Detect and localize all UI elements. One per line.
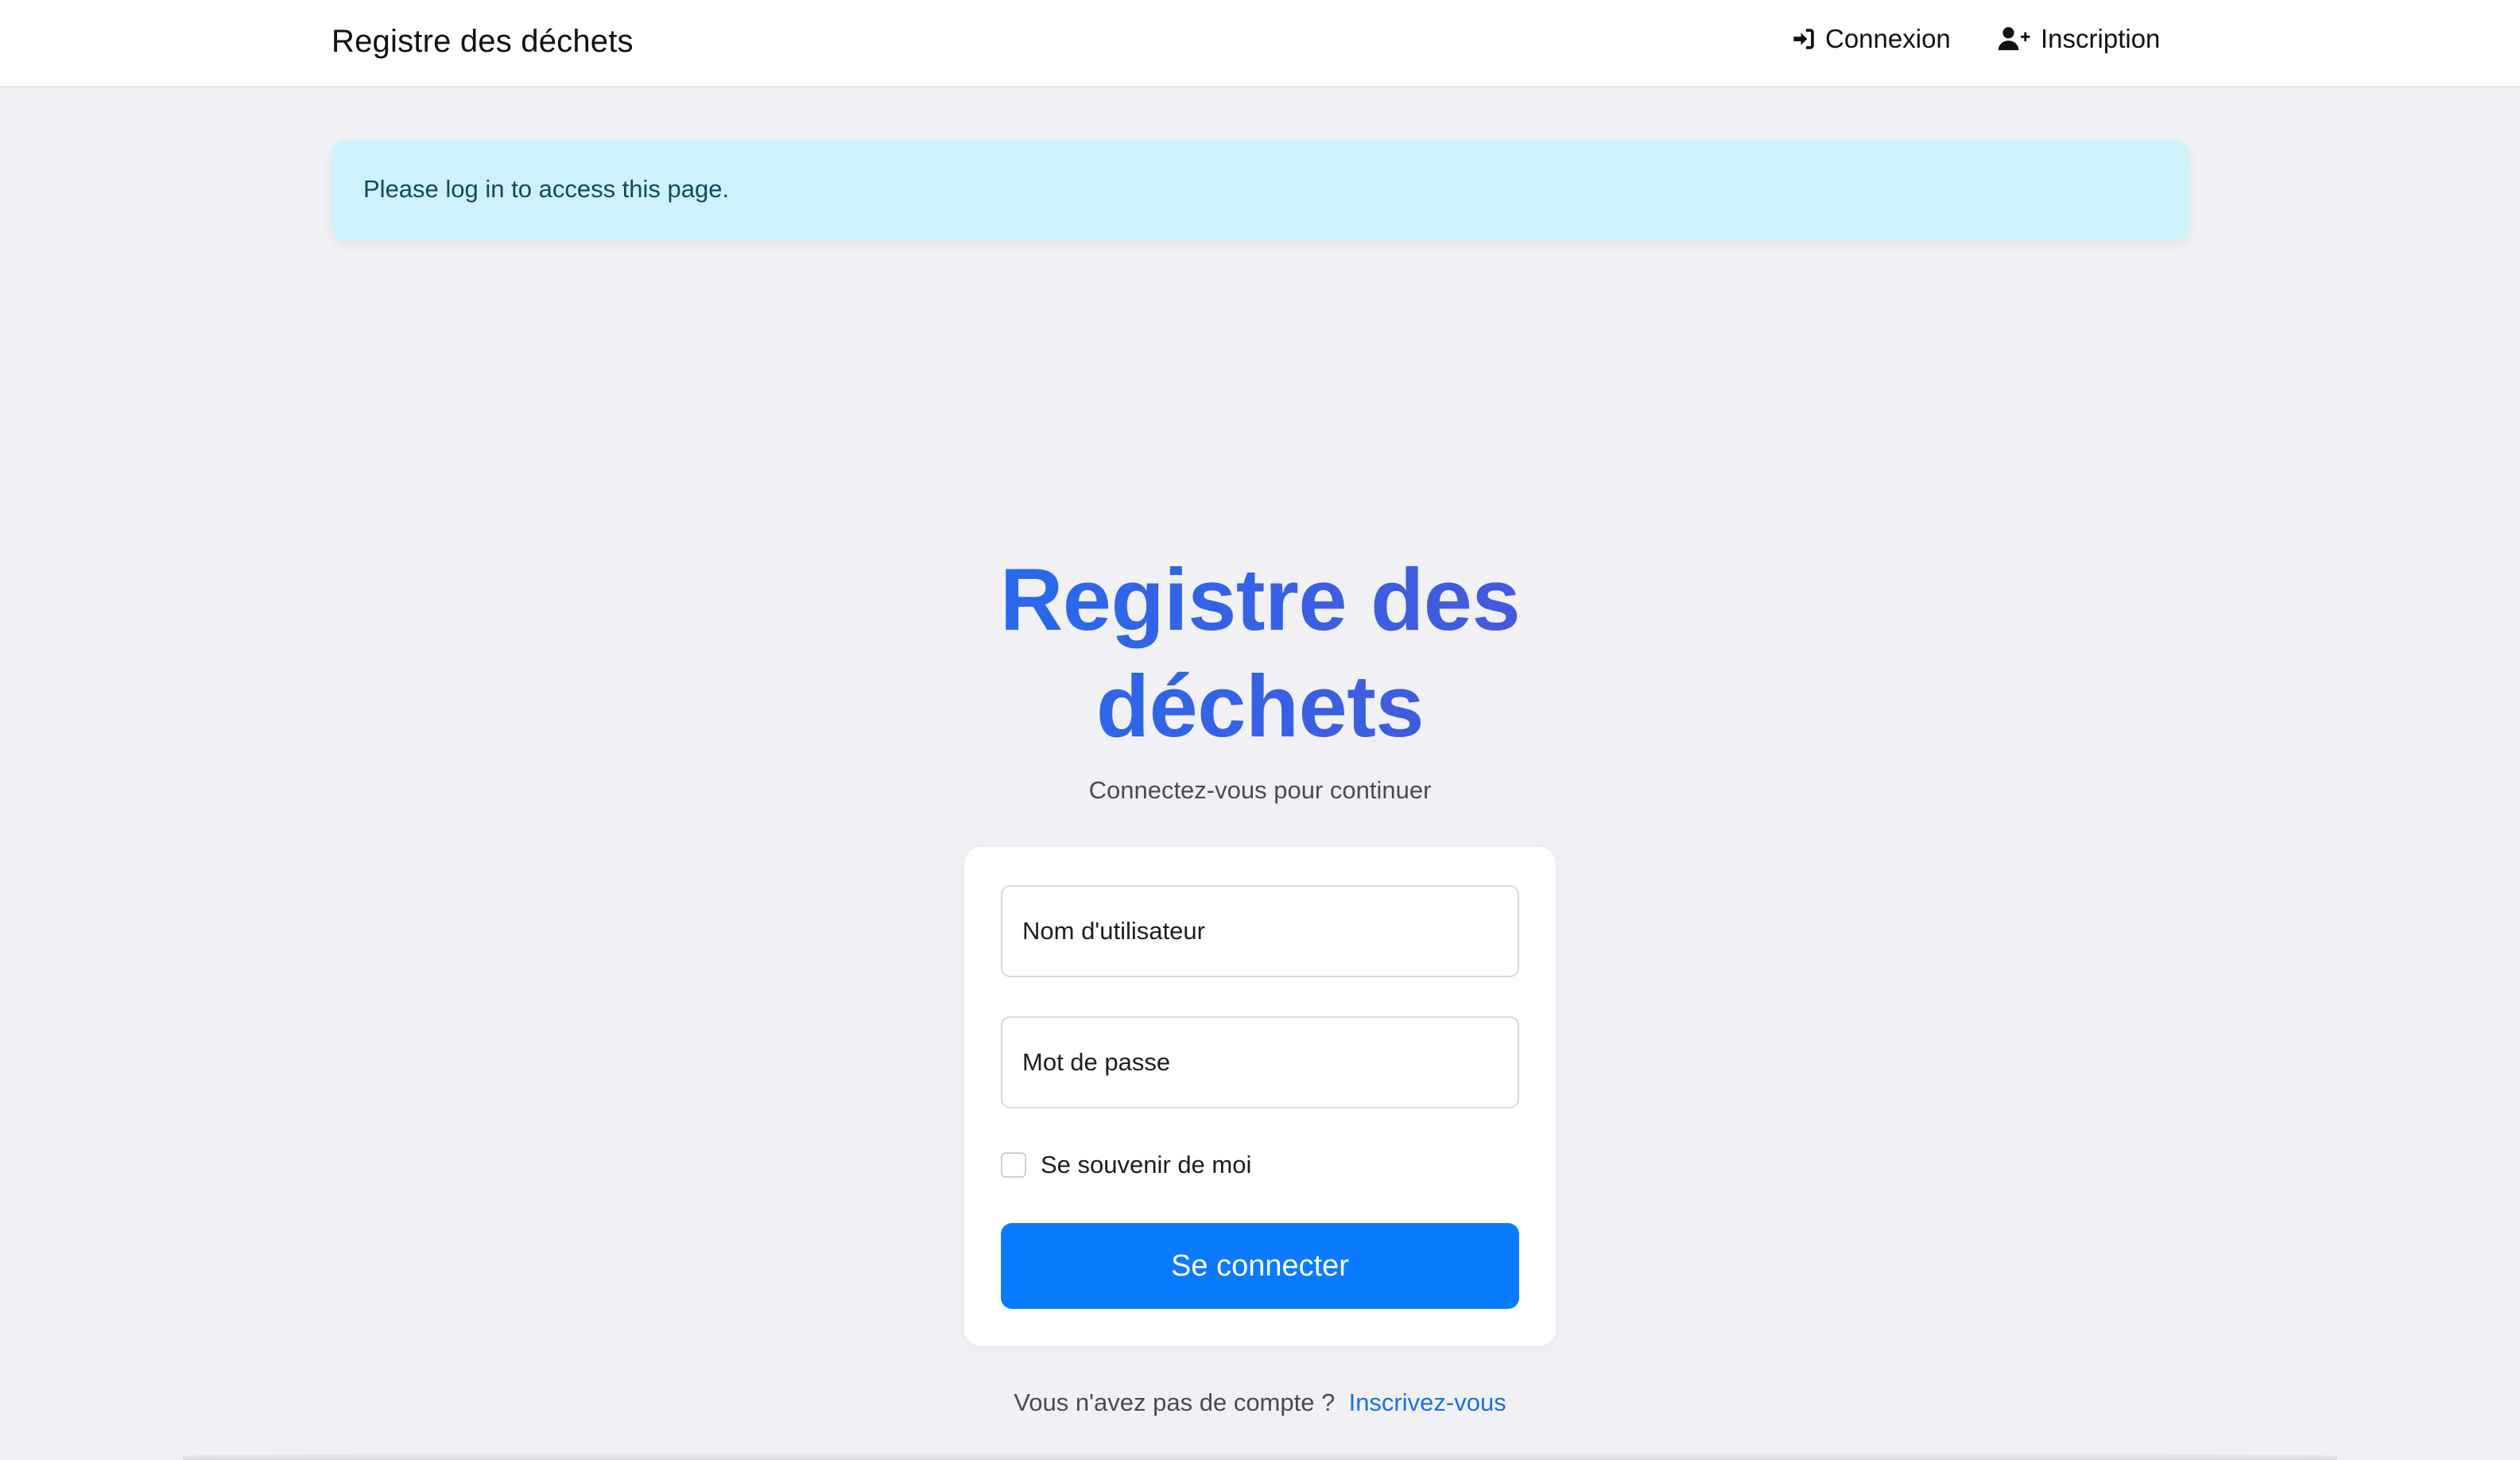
username-input[interactable] [1001,885,1519,977]
password-input[interactable] [1001,1016,1519,1109]
remember-me-label: Se souvenir de moi [1041,1151,1252,1178]
login-form-card: Se souvenir de moi Se connecter [964,847,1556,1346]
signup-link[interactable]: Inscrivez-vous [1349,1388,1506,1416]
remember-me-option[interactable]: Se souvenir de moi [1001,1151,1251,1179]
page-title: Registre des déchets [863,547,1657,760]
signup-prompt-text: Vous n'avez pas de compte ? [1014,1388,1342,1416]
nav-login-link[interactable]: Connexion [1790,24,1951,54]
flash-alert: Please log in to access this page. [331,140,2189,240]
signup-prompt: Vous n'avez pas de compte ? Inscrivez-vo… [863,1388,1657,1417]
brand-link[interactable]: Registre des déchets [331,24,634,60]
user-plus-icon [1998,25,2033,52]
sign-in-icon [1790,25,1817,52]
login-submit-button[interactable]: Se connecter [1001,1223,1519,1309]
bottom-shadow-divider [183,1452,2337,1460]
nav-register-link[interactable]: Inscription [1998,24,2160,54]
page-subtitle: Connectez-vous pour continuer [1088,776,1432,804]
nav-login-label: Connexion [1825,24,1951,53]
alert-message: Please log in to access this page. [363,175,730,203]
nav-register-label: Inscription [2041,24,2161,53]
remember-me-checkbox[interactable] [1001,1152,1026,1178]
top-navbar: Registre des déchets Connexion Inscripti… [0,0,2520,87]
